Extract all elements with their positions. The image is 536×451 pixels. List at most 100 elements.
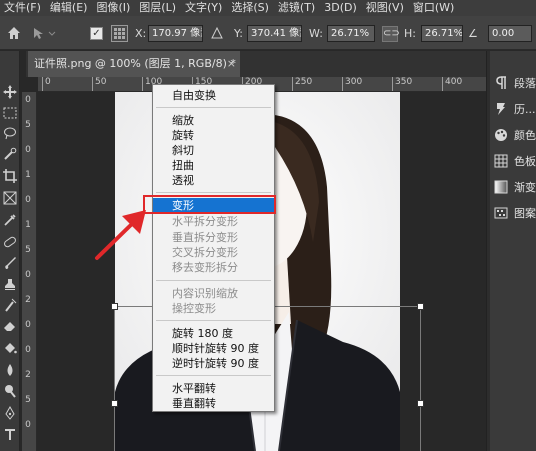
- angle-field[interactable]: 0.00: [488, 25, 532, 42]
- ruler-tick-label: 1: [25, 170, 31, 180]
- menu-puppet-warp[interactable]: 操控变形: [153, 301, 274, 316]
- menu-scale[interactable]: 缩放: [153, 113, 274, 128]
- type-tool-icon[interactable]: [3, 427, 17, 441]
- menu-perspective[interactable]: 透视: [153, 173, 274, 188]
- transform-handle-top-right[interactable]: [417, 303, 424, 310]
- crop-tool-icon[interactable]: [3, 169, 17, 183]
- highlight-callout-box: [143, 195, 276, 214]
- paint-bucket-icon[interactable]: [3, 341, 17, 355]
- panel-button-1[interactable]: 历...: [494, 99, 536, 119]
- panel-label: 图案: [514, 207, 536, 220]
- menu-flip-vertical[interactable]: 垂直翻转: [153, 396, 274, 411]
- menu-bar: 文件(F) 编辑(E) 图像(I) 图层(L) 文字(Y) 选择(S) 滤镜(T) 3D(D)…: [0, 0, 536, 16]
- ruler-tick-label: 1: [25, 220, 31, 230]
- menu-split-warp-horizontal[interactable]: 水平拆分变形: [153, 214, 274, 229]
- close-tab-icon[interactable]: ×: [227, 51, 236, 77]
- menu-rotate-90-cw[interactable]: 顺时针旋转 90 度: [153, 341, 274, 356]
- link-icon[interactable]: ⊂⊃: [382, 26, 400, 42]
- ruler-tick-label: 5: [25, 120, 31, 130]
- w-label: W:: [309, 27, 323, 40]
- panel-label: 色板: [514, 155, 536, 168]
- x-field[interactable]: 170.97 像素: [148, 25, 203, 42]
- menu-separator: [156, 320, 271, 321]
- paragraph-icon: [496, 76, 506, 89]
- ruler-tick-label: 0: [25, 320, 31, 330]
- angle-label: ∠: [468, 27, 478, 40]
- menu-item-8[interactable]: 视图(V): [366, 0, 404, 16]
- eraser-icon[interactable]: [3, 319, 17, 333]
- ruler-tick-label: 0: [25, 145, 31, 155]
- menu-split-warp-vertical[interactable]: 垂直拆分变形: [153, 230, 274, 245]
- panel-button-5[interactable]: 图案: [494, 203, 536, 223]
- panel-label: 渐变: [514, 181, 536, 194]
- menu-rotate-180[interactable]: 旋转 180 度: [153, 326, 274, 341]
- menu-rotate-90-ccw[interactable]: 逆时针旋转 90 度: [153, 356, 274, 371]
- side-panel-dock: 段落历... 颜色色板渐变图案: [490, 51, 536, 451]
- quick-selection-icon[interactable]: [3, 147, 17, 161]
- menu-item-9[interactable]: 窗口(W): [413, 0, 454, 16]
- document-tab-title: 证件照.png @ 100% (图层 1, RGB/8) *: [34, 57, 236, 70]
- ruler-tick-label: 400: [442, 77, 462, 91]
- menu-flip-horizontal[interactable]: 水平翻转: [153, 381, 274, 396]
- reference-point-grid[interactable]: [111, 25, 128, 42]
- swatches-icon: [494, 154, 508, 168]
- menu-skew[interactable]: 斜切: [153, 143, 274, 158]
- move-arrow-icon[interactable]: [30, 25, 60, 41]
- menu-item-5[interactable]: 选择(S): [231, 0, 269, 16]
- healing-brush-icon[interactable]: [3, 235, 17, 249]
- menu-item-0[interactable]: 文件(F): [4, 0, 41, 16]
- transform-handle-left[interactable]: [111, 400, 118, 407]
- h-label: H:: [404, 27, 416, 40]
- menu-content-aware-scale[interactable]: 内容识别缩放: [153, 286, 274, 301]
- menu-item-2[interactable]: 图像(I): [96, 0, 130, 16]
- y-field[interactable]: 370.41 像素: [247, 25, 302, 42]
- transform-handle-right[interactable]: [417, 400, 424, 407]
- ruler-tick-label: 300: [342, 77, 362, 91]
- eyedropper-icon[interactable]: [3, 213, 17, 227]
- menu-free-transform[interactable]: 自由变换: [153, 88, 274, 103]
- panel-label: 段落: [514, 77, 536, 90]
- panel-button-2[interactable]: 颜色: [494, 125, 536, 145]
- ruler-tick-label: 2: [25, 295, 31, 305]
- panel-button-4[interactable]: 渐变: [494, 177, 536, 197]
- width-field[interactable]: 26.71%: [327, 25, 375, 42]
- marquee-tool-icon[interactable]: [3, 106, 17, 120]
- reference-point-checkbox[interactable]: ✓: [90, 27, 103, 40]
- frame-tool-icon[interactable]: [3, 191, 17, 205]
- pen-tool-icon[interactable]: [3, 406, 17, 420]
- ruler-tick-label: 250: [292, 77, 312, 91]
- panel-button-3[interactable]: 色板: [494, 151, 536, 171]
- move-tool-icon[interactable]: [3, 85, 17, 99]
- dodge-tool-icon[interactable]: [3, 384, 17, 398]
- lasso-tool-icon[interactable]: [3, 126, 17, 140]
- home-icon[interactable]: [6, 25, 22, 41]
- patterns-icon: [494, 207, 508, 219]
- blur-tool-icon[interactable]: [3, 363, 17, 377]
- brush-tool-icon[interactable]: [3, 256, 17, 270]
- menu-item-4[interactable]: 文字(Y): [185, 0, 222, 16]
- panel-button-0[interactable]: 段落: [494, 73, 536, 93]
- history-brush-icon[interactable]: [3, 298, 17, 312]
- transform-context-menu: 自由变换 缩放 旋转 斜切 扭曲 透视 变形 水平拆分变形 垂直拆分变形 交叉拆…: [152, 84, 275, 412]
- menu-remove-warp-split[interactable]: 移去变形拆分: [153, 260, 274, 275]
- document-tab[interactable]: 证件照.png @ 100% (图层 1, RGB/8) * ×: [28, 51, 240, 77]
- menu-item-6[interactable]: 滤镜(T): [278, 0, 315, 16]
- menu-item-7[interactable]: 3D(D): [324, 0, 357, 16]
- height-field[interactable]: 26.71%: [421, 25, 463, 42]
- clone-stamp-icon[interactable]: [3, 277, 17, 291]
- menu-item-1[interactable]: 编辑(E): [50, 0, 88, 16]
- ruler-tick-label: 5: [25, 245, 31, 255]
- callout-arrow-icon: [95, 210, 146, 260]
- delta-icon[interactable]: [211, 27, 223, 39]
- menu-rotate[interactable]: 旋转: [153, 128, 274, 143]
- menu-distort[interactable]: 扭曲: [153, 158, 274, 173]
- ruler-tick-label: 0: [25, 270, 31, 280]
- ruler-tick-label: 5: [25, 395, 31, 405]
- ruler-tick-label: 0: [25, 345, 31, 355]
- menu-split-warp-cross[interactable]: 交叉拆分变形: [153, 245, 274, 260]
- panel-label: 历...: [514, 103, 536, 116]
- menu-item-3[interactable]: 图层(L): [139, 0, 176, 16]
- transform-handle-top-left[interactable]: [111, 303, 118, 310]
- ruler-tick-label: 2: [25, 370, 31, 380]
- menu-separator: [156, 280, 271, 281]
